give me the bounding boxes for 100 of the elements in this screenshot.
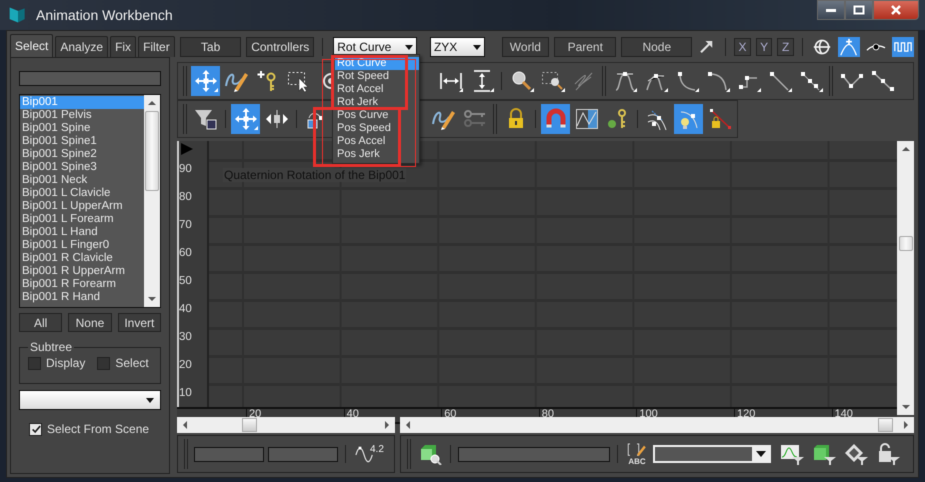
- checkbox-label: Select From Scene: [47, 422, 150, 436]
- axis-label: 80: [179, 190, 193, 205]
- horizontal-scale-icon: [438, 70, 462, 92]
- scroll-up-arrow-icon: [146, 99, 158, 107]
- menu-item[interactable]: Pos Accel: [335, 135, 419, 148]
- list-item[interactable]: Bip001 R Forearm: [20, 278, 144, 291]
- list-item[interactable]: Bip001 R Clavicle: [20, 252, 144, 265]
- scrollbar[interactable]: [400, 417, 914, 433]
- scrollbar-thumb[interactable]: [898, 236, 912, 252]
- group-label: Subtree: [29, 340, 74, 354]
- minimize-button[interactable]: [817, 0, 845, 20]
- maximize-icon: [852, 4, 866, 16]
- scrollbar[interactable]: [897, 141, 914, 415]
- axis-label: 90: [179, 162, 193, 177]
- list-item[interactable]: Bip001 Spine3: [20, 161, 144, 174]
- list-item[interactable]: Bip001 L UpperArm: [20, 200, 144, 213]
- list-item[interactable]: Bip001 R Hand: [20, 291, 144, 304]
- axis-button[interactable]: X: [734, 38, 751, 56]
- tool-button[interactable]: ABC: [625, 442, 649, 466]
- toolbar-button[interactable]: World: [502, 37, 550, 57]
- tab[interactable]: Analyze: [55, 36, 108, 57]
- checkbox-label: Display: [46, 356, 86, 370]
- dropdown[interactable]: [19, 390, 161, 410]
- axis-label: 50: [179, 274, 193, 289]
- menu-item[interactable]: Rot Accel: [335, 83, 419, 96]
- toolbar-button[interactable]: Tab: [180, 37, 242, 57]
- check-icon: [30, 424, 40, 434]
- scrollbar[interactable]: [177, 417, 395, 433]
- checkbox[interactable]: [29, 422, 42, 436]
- menu-item[interactable]: Rot Speed: [335, 70, 419, 83]
- diagonal-points-icon: [870, 70, 894, 92]
- list-item[interactable]: Bip001 L Hand: [20, 226, 144, 239]
- value-field[interactable]: [194, 446, 264, 462]
- axis-label: 10: [179, 386, 193, 401]
- toggle-button[interactable]: [838, 37, 860, 57]
- menu-item[interactable]: Pos Speed: [335, 122, 419, 135]
- scrollbar-thumb[interactable]: [145, 111, 159, 191]
- scrollbar-thumb[interactable]: [878, 418, 893, 432]
- move-icon: [194, 70, 218, 92]
- checkbox[interactable]: [97, 356, 110, 370]
- list-item[interactable]: Bip001 L Clavicle: [20, 187, 144, 200]
- scroll-down-arrow-icon: [900, 403, 912, 411]
- key-icon: [462, 108, 486, 130]
- tab[interactable]: Filter: [138, 36, 175, 57]
- zoom-icon: [510, 70, 534, 92]
- close-icon: [889, 4, 903, 16]
- axis-label: 70: [179, 218, 193, 233]
- list-item[interactable]: Bip001 Spine2: [20, 148, 144, 161]
- list-item[interactable]: Bip001 R UpperArm: [20, 265, 144, 278]
- toolbar-button[interactable]: Node: [621, 37, 692, 57]
- list-item[interactable]: Bip001 Spine: [20, 122, 144, 135]
- name-field[interactable]: [19, 71, 161, 86]
- list-item[interactable]: Bip001 L Forearm: [20, 213, 144, 226]
- caret-icon: [146, 398, 154, 402]
- pencil-curve-icon: [432, 108, 456, 130]
- tab[interactable]: Select: [10, 34, 54, 57]
- combo-box[interactable]: [653, 445, 771, 463]
- window-title: Animation Workbench: [36, 7, 173, 23]
- ease-out-curve-icon: [706, 70, 730, 92]
- list-item[interactable]: Bip001 Neck: [20, 174, 144, 187]
- rotation-order-dropdown[interactable]: ZYX: [430, 37, 485, 57]
- axis-button[interactable]: Y: [756, 38, 772, 56]
- list-button[interactable]: Invert: [118, 313, 161, 332]
- magnet-icon: [544, 108, 568, 130]
- cube-filter-icon: [812, 443, 838, 465]
- list-item[interactable]: Bip001 Spine1: [20, 135, 144, 148]
- scrollbar[interactable]: [144, 95, 160, 307]
- list-button[interactable]: None: [68, 313, 112, 332]
- maximize-button[interactable]: [845, 0, 873, 20]
- toolbar-button[interactable]: Parent: [554, 37, 616, 57]
- list-item[interactable]: Bip001 Pelvis: [20, 109, 144, 122]
- bracket-pencil-icon: [626, 442, 648, 456]
- scroll-up-arrow-icon: [900, 145, 912, 153]
- orbit-icon: [812, 38, 832, 56]
- toolbar-button[interactable]: Controllers: [246, 37, 314, 57]
- zoom-region-icon: [540, 70, 564, 92]
- value-field[interactable]: [268, 446, 338, 462]
- graph-icon: [574, 108, 598, 130]
- axis-label: 40: [179, 302, 193, 317]
- list-button[interactable]: All: [19, 313, 62, 332]
- tool-button[interactable]: 4.2: [353, 443, 385, 465]
- move-icon: [234, 108, 258, 130]
- scroll-left-arrow-icon: [181, 419, 189, 431]
- value-field[interactable]: [458, 446, 610, 462]
- axis-button[interactable]: Z: [777, 38, 794, 56]
- menu-item[interactable]: Pos Curve: [335, 109, 419, 122]
- scrollbar-thumb[interactable]: [242, 418, 257, 432]
- film-filter-icon: [844, 443, 870, 465]
- pencil-curve-icon: [224, 70, 248, 92]
- menu-item[interactable]: Pos Jerk: [335, 148, 419, 161]
- toggle-button[interactable]: [892, 37, 914, 57]
- linear-tangent-icon: [768, 70, 792, 92]
- minimize-icon: [826, 8, 836, 12]
- caret-icon: [404, 44, 413, 50]
- checkbox[interactable]: [28, 356, 41, 370]
- list-item[interactable]: Bip001 L Finger0: [20, 239, 144, 252]
- tab[interactable]: Fix: [110, 36, 136, 57]
- scroll-left-arrow-icon: [404, 419, 412, 431]
- close-button[interactable]: [873, 0, 919, 20]
- menu-item[interactable]: Rot Jerk: [335, 96, 419, 109]
